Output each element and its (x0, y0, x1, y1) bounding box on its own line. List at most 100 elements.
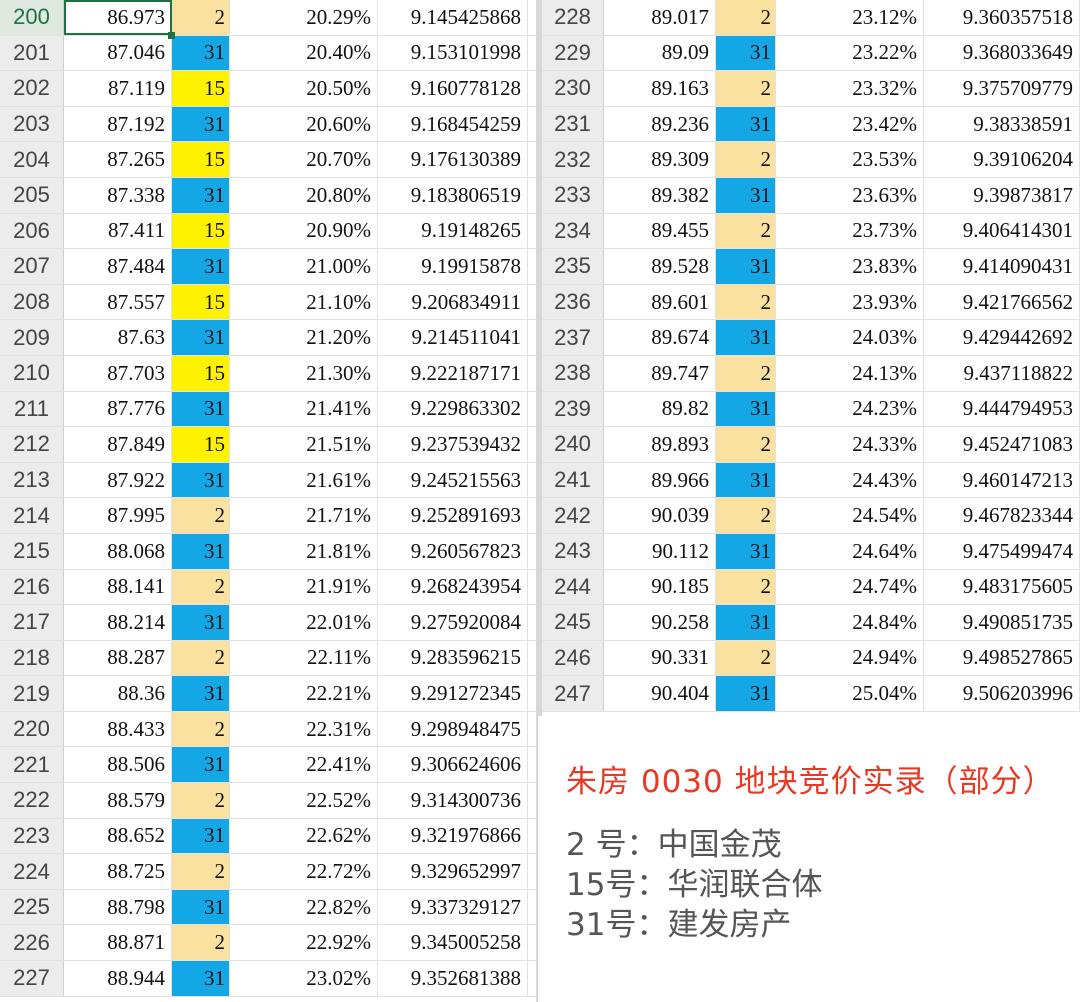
bidder-cell[interactable]: 31 (716, 320, 776, 355)
row-header[interactable]: 239 (542, 391, 604, 427)
row-header[interactable]: 213 (0, 462, 64, 498)
bidder-cell[interactable]: 31 (172, 177, 230, 213)
price-cell[interactable]: 88.141 (64, 569, 172, 605)
price-cell[interactable]: 87.484 (64, 249, 172, 284)
premium-rate-cell[interactable]: 24.03% (776, 320, 924, 355)
premium-rate-cell[interactable]: 22.92% (230, 925, 378, 961)
premium-rate-cell[interactable]: 23.12% (776, 0, 924, 35)
bidder-cell[interactable]: 2 (716, 427, 776, 462)
premium-rate-cell[interactable]: 23.93% (776, 284, 924, 320)
bidder-cell[interactable]: 31 (172, 818, 230, 854)
premium-rate-cell[interactable]: 24.54% (776, 498, 924, 533)
premium-rate-cell[interactable]: 22.01% (230, 605, 378, 640)
price-cell[interactable]: 89.455 (604, 213, 716, 249)
ratio-cell[interactable]: 9.360357518 (924, 0, 1080, 35)
ratio-cell[interactable]: 9.168454259 (378, 106, 528, 142)
ratio-cell[interactable]: 9.176130389 (378, 142, 528, 177)
price-cell[interactable]: 88.798 (64, 889, 172, 925)
row-header[interactable]: 209 (0, 320, 64, 355)
ratio-cell[interactable]: 9.406414301 (924, 213, 1080, 249)
premium-rate-cell[interactable]: 21.30% (230, 355, 378, 391)
premium-rate-cell[interactable]: 21.71% (230, 498, 378, 533)
price-cell[interactable]: 89.674 (604, 320, 716, 355)
price-cell[interactable]: 88.652 (64, 818, 172, 854)
row-header[interactable]: 241 (542, 462, 604, 498)
premium-rate-cell[interactable]: 22.52% (230, 783, 378, 818)
row-header[interactable]: 221 (0, 747, 64, 783)
price-cell[interactable]: 89.82 (604, 391, 716, 427)
row-header[interactable]: 210 (0, 355, 64, 391)
price-cell[interactable]: 86.973 (64, 0, 175, 39)
row-header[interactable]: 234 (542, 213, 604, 249)
ratio-cell[interactable]: 9.460147213 (924, 462, 1080, 498)
row-header[interactable]: 205 (0, 177, 64, 213)
bidder-cell[interactable]: 31 (172, 889, 230, 925)
premium-rate-cell[interactable]: 24.13% (776, 355, 924, 391)
ratio-cell[interactable]: 9.452471083 (924, 427, 1080, 462)
premium-rate-cell[interactable]: 22.11% (230, 640, 378, 676)
ratio-cell[interactable]: 9.421766562 (924, 284, 1080, 320)
price-cell[interactable]: 88.068 (64, 533, 172, 569)
bidder-cell[interactable]: 31 (172, 533, 230, 569)
bidder-cell[interactable]: 31 (716, 462, 776, 498)
premium-rate-cell[interactable]: 24.74% (776, 569, 924, 605)
price-cell[interactable]: 87.995 (64, 498, 172, 533)
ratio-cell[interactable]: 9.19915878 (378, 249, 528, 284)
ratio-cell[interactable]: 9.153101998 (378, 35, 528, 71)
price-cell[interactable]: 89.09 (604, 35, 716, 71)
premium-rate-cell[interactable]: 23.22% (776, 35, 924, 71)
bidder-cell[interactable]: 15 (172, 213, 230, 249)
premium-rate-cell[interactable]: 23.63% (776, 177, 924, 213)
ratio-cell[interactable]: 9.475499474 (924, 533, 1080, 569)
ratio-cell[interactable]: 9.345005258 (378, 925, 528, 961)
row-header[interactable]: 222 (0, 783, 64, 818)
ratio-cell[interactable]: 9.490851735 (924, 605, 1080, 640)
price-cell[interactable]: 87.922 (64, 462, 172, 498)
row-header[interactable]: 247 (542, 676, 604, 711)
premium-rate-cell[interactable]: 23.42% (776, 106, 924, 142)
bidder-cell[interactable]: 2 (716, 284, 776, 320)
bidder-cell[interactable]: 2 (716, 0, 776, 35)
price-cell[interactable]: 89.528 (604, 249, 716, 284)
price-cell[interactable]: 88.871 (64, 925, 172, 961)
price-cell[interactable]: 90.112 (604, 533, 716, 569)
ratio-cell[interactable]: 9.467823344 (924, 498, 1080, 533)
price-cell[interactable]: 87.192 (64, 106, 172, 142)
bidder-cell[interactable]: 2 (716, 355, 776, 391)
bidder-cell[interactable]: 2 (172, 569, 230, 605)
premium-rate-cell[interactable]: 24.94% (776, 640, 924, 676)
row-header[interactable]: 228 (542, 0, 604, 35)
premium-rate-cell[interactable]: 23.83% (776, 249, 924, 284)
row-header[interactable]: 230 (542, 71, 604, 106)
ratio-cell[interactable]: 9.268243954 (378, 569, 528, 605)
row-header[interactable]: 211 (0, 391, 64, 427)
price-cell[interactable]: 87.265 (64, 142, 172, 177)
premium-rate-cell[interactable]: 24.84% (776, 605, 924, 640)
premium-rate-cell[interactable]: 21.41% (230, 391, 378, 427)
row-header[interactable]: 206 (0, 213, 64, 249)
ratio-cell[interactable]: 9.39873817 (924, 177, 1080, 213)
bidder-cell[interactable]: 31 (172, 961, 230, 996)
premium-rate-cell[interactable]: 21.91% (230, 569, 378, 605)
premium-rate-cell[interactable]: 22.62% (230, 818, 378, 854)
ratio-cell[interactable]: 9.275920084 (378, 605, 528, 640)
ratio-cell[interactable]: 9.444794953 (924, 391, 1080, 427)
row-header[interactable]: 236 (542, 284, 604, 320)
row-header[interactable]: 232 (542, 142, 604, 177)
ratio-cell[interactable]: 9.306624606 (378, 747, 528, 783)
premium-rate-cell[interactable]: 20.80% (230, 177, 378, 213)
bidder-cell[interactable]: 15 (172, 71, 230, 106)
bidder-cell[interactable]: 2 (716, 142, 776, 177)
price-cell[interactable]: 87.338 (64, 177, 172, 213)
price-cell[interactable]: 87.63 (64, 320, 172, 355)
price-cell[interactable]: 90.331 (604, 640, 716, 676)
bidder-cell[interactable]: 31 (716, 106, 776, 142)
bidder-cell[interactable]: 31 (716, 249, 776, 284)
ratio-cell[interactable]: 9.39106204 (924, 142, 1080, 177)
row-header[interactable]: 237 (542, 320, 604, 355)
ratio-cell[interactable]: 9.437118822 (924, 355, 1080, 391)
price-cell[interactable]: 87.119 (64, 71, 172, 106)
row-header[interactable]: 224 (0, 854, 64, 889)
price-cell[interactable]: 89.966 (604, 462, 716, 498)
price-cell[interactable]: 89.236 (604, 106, 716, 142)
